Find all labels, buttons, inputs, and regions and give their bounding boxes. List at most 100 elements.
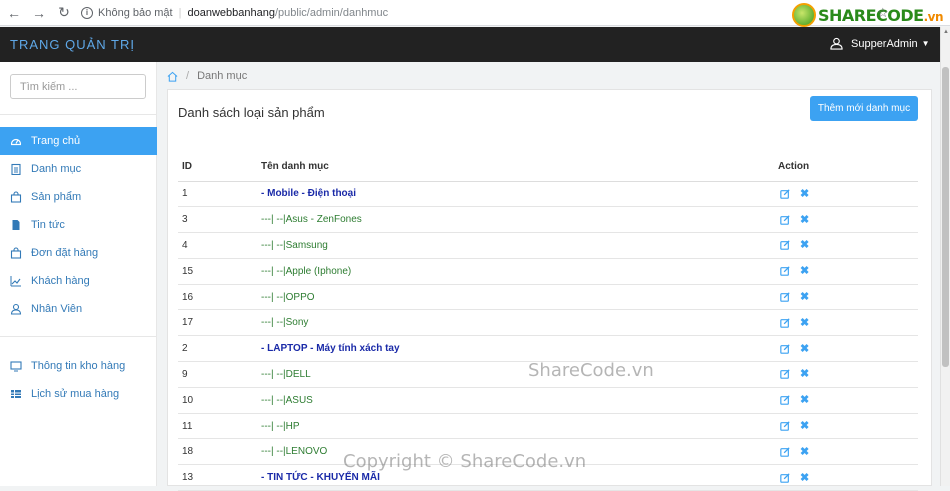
page-scrollbar[interactable]: ▲ (940, 27, 950, 486)
add-category-button[interactable]: Thêm mới danh mục (810, 96, 918, 121)
delete-icon[interactable]: ✖ (800, 317, 809, 328)
category-table: ID Tên danh mục Action 1- Mobile - Điện … (178, 152, 918, 491)
row-id: 10 (178, 387, 261, 414)
row-actions: ✖ (778, 284, 918, 311)
table-row: 3 ---| --|Asus - ZenFones ✖ (178, 206, 918, 234)
delete-icon[interactable]: ✖ (800, 214, 809, 225)
sidebar: Trang chủ Danh mục Sản phẩm Tin tức Đơn … (0, 62, 157, 486)
brand-title[interactable]: TRANG QUẢN TRỊ (10, 37, 135, 52)
breadcrumb-current: Danh mục (197, 70, 248, 82)
sidebar-item-customers[interactable]: Khách hàng (0, 267, 157, 295)
edit-icon[interactable] (780, 344, 790, 354)
row-actions: ✖ (778, 258, 918, 285)
row-actions: ✖ (778, 232, 918, 259)
row-actions: ✖ (778, 464, 918, 491)
edit-icon[interactable] (780, 395, 790, 406)
logo-suffix: .vn (923, 9, 944, 24)
delete-icon[interactable]: ✖ (800, 421, 809, 432)
row-id: 17 (178, 309, 261, 337)
row-actions: ✖ (778, 309, 918, 337)
user-icon (10, 303, 22, 315)
logo-text: SHARECODE (818, 5, 924, 25)
edit-icon[interactable] (780, 421, 790, 431)
edit-icon[interactable] (780, 369, 790, 380)
edit-icon[interactable] (780, 189, 790, 199)
edit-icon[interactable] (780, 318, 790, 328)
sidebar-item-home[interactable]: Trang chủ (0, 127, 157, 155)
sidebar-item-products[interactable]: Sản phẩm (0, 183, 157, 211)
sidebar-item-inventory[interactable]: Thông tin kho hàng (0, 352, 157, 380)
globe-icon (792, 3, 816, 27)
sidebar-item-label: Thông tin kho hàng (31, 360, 126, 372)
delete-icon[interactable]: ✖ (800, 343, 809, 354)
bookmark-star-icon[interactable]: ☆ (877, 5, 889, 21)
row-id: 18 (178, 438, 261, 466)
row-id: 1 (178, 181, 261, 208)
insecure-label: Không bảo mật (98, 6, 173, 19)
row-category-name: ---| --|Apple (Iphone) (261, 258, 778, 285)
delete-icon[interactable]: ✖ (800, 369, 809, 380)
sidebar-item-label: Danh mục (31, 163, 82, 175)
reload-icon[interactable]: ↻ (53, 4, 75, 21)
table-header-row: ID Tên danh mục Action (178, 152, 918, 182)
row-category-name: ---| --|Asus - ZenFones (261, 206, 778, 234)
user-icon (830, 37, 843, 50)
breadcrumb: / Danh mục (167, 69, 247, 83)
sidebar-item-label: Sản phẩm (31, 191, 82, 203)
scroll-thumb[interactable] (942, 67, 949, 367)
row-id: 15 (178, 258, 261, 285)
row-category-name: ---| --|HP (261, 413, 778, 440)
scroll-up-icon[interactable]: ▲ (943, 29, 949, 35)
row-id: 3 (178, 206, 261, 234)
edit-icon[interactable] (780, 292, 790, 302)
shopping-bag-icon (10, 191, 22, 203)
sidebar-divider (0, 114, 157, 115)
delete-icon[interactable]: ✖ (800, 395, 809, 406)
delete-icon[interactable]: ✖ (800, 292, 809, 303)
delete-icon[interactable]: ✖ (800, 472, 809, 483)
monitor-icon (10, 360, 22, 372)
line-chart-icon (10, 275, 22, 287)
table-icon (10, 388, 22, 400)
column-header-id: ID (178, 152, 261, 182)
sidebar-item-news[interactable]: Tin tức (0, 211, 157, 239)
category-panel: Danh sách loại sản phẩm Thêm mới danh mụ… (167, 89, 932, 491)
dashboard-icon (10, 135, 22, 147)
row-category-name: - TIN TỨC - KHUYẾN MÃI (261, 464, 778, 491)
url-host: doanwebbanhang (187, 6, 275, 19)
edit-icon[interactable] (780, 240, 790, 251)
bag-icon (10, 247, 22, 259)
delete-icon[interactable]: ✖ (800, 240, 809, 251)
sidebar-item-purchase-history[interactable]: Lịch sử mua hàng (0, 380, 157, 408)
sidebar-item-orders[interactable]: Đơn đặt hàng (0, 239, 157, 267)
home-icon[interactable] (167, 71, 178, 82)
table-row: 11 ---| --|HP ✖ (178, 413, 918, 440)
delete-icon[interactable]: ✖ (800, 266, 809, 277)
row-category-name: ---| --|OPPO (261, 284, 778, 311)
edit-icon[interactable] (780, 266, 790, 277)
info-icon[interactable]: i (81, 6, 93, 19)
table-row: 10 ---| --|ASUS ✖ (178, 387, 918, 414)
search-input[interactable] (10, 74, 146, 99)
sidebar-item-label: Lịch sử mua hàng (31, 388, 120, 400)
edit-icon[interactable] (780, 215, 790, 225)
sidebar-item-staff[interactable]: Nhân Viên (0, 295, 157, 323)
edit-icon[interactable] (780, 473, 790, 483)
forward-arrow-icon[interactable]: → (28, 5, 50, 21)
address-bar[interactable]: i Không bảo mật | doanwebbanhang/public/… (81, 3, 388, 23)
sidebar-item-categories[interactable]: Danh mục (0, 155, 157, 183)
back-arrow-icon[interactable]: ← (3, 5, 25, 21)
delete-icon[interactable]: ✖ (800, 188, 809, 199)
sidebar-item-label: Khách hàng (31, 275, 90, 287)
row-id: 16 (178, 284, 261, 311)
edit-icon[interactable] (780, 447, 790, 457)
table-row: 18 ---| --|LENOVO ✖ (178, 438, 918, 466)
delete-icon[interactable]: ✖ (800, 446, 809, 457)
sidebar-divider (0, 336, 157, 337)
row-id: 4 (178, 232, 261, 259)
user-menu[interactable]: SupperAdmin ▼ (830, 37, 930, 50)
table-row: 2- LAPTOP - Máy tính xách tay ✖ (178, 335, 918, 363)
table-row: 4 ---| --|Samsung ✖ (178, 232, 918, 259)
column-header-action: Action (778, 152, 918, 182)
table-row: 1- Mobile - Điện thoại ✖ (178, 181, 918, 208)
